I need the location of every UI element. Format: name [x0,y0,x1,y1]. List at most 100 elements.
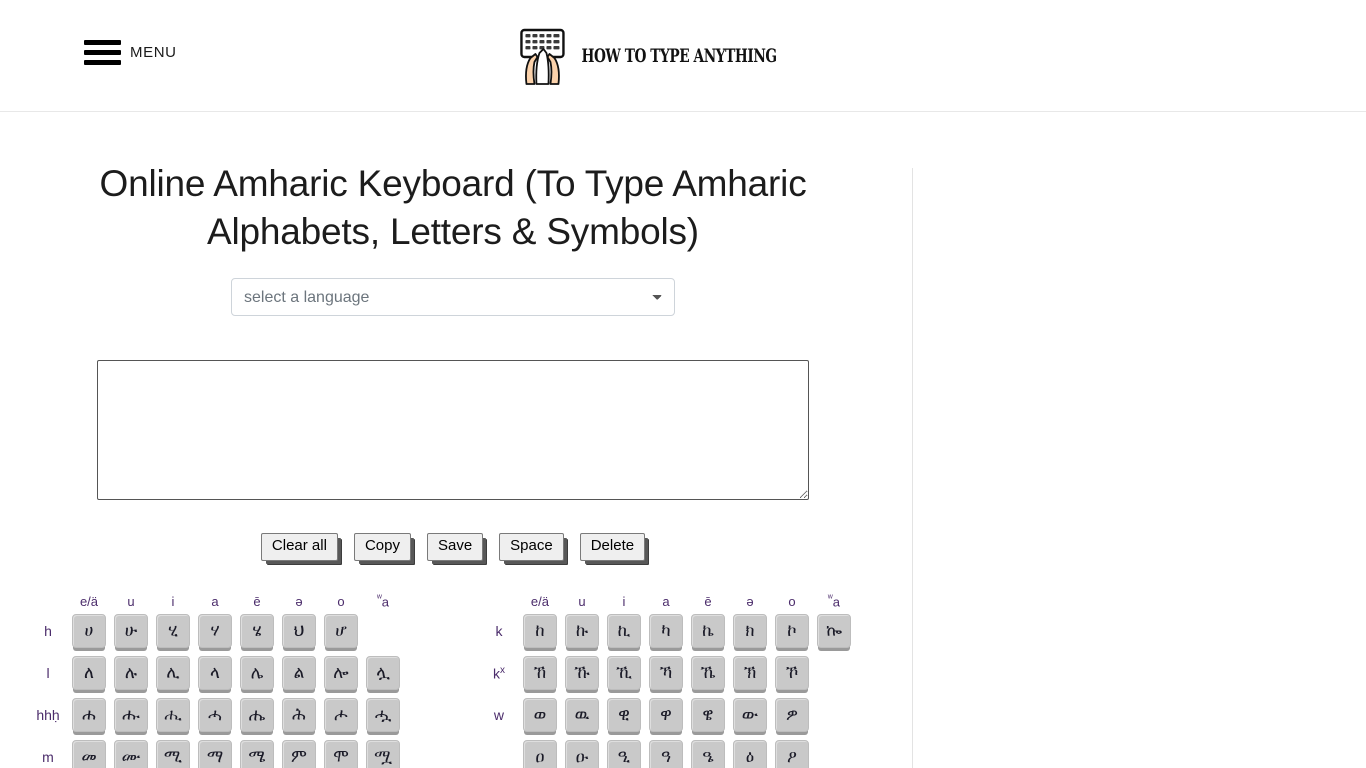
keyboard-key[interactable]: ሔ [240,697,274,732]
key-slot: ሎ [320,655,362,690]
keyboard-key[interactable]: ዓ [648,739,683,768]
keyboard-key[interactable]: ዊ [606,697,641,732]
language-select[interactable]: select a language [231,278,675,317]
delete-button[interactable]: Delete [579,533,646,561]
column-header: ə [746,593,754,609]
keyboard-key[interactable]: ሓ [198,697,232,732]
keyboard-key[interactable]: ሁ [114,613,148,648]
keyboard-key[interactable]: ኼ [690,655,725,690]
keyboard-key[interactable]: ኻ [648,655,683,690]
keyboard-key[interactable]: ህ [282,613,316,648]
keyboard-key[interactable]: ወ [522,697,557,732]
keyboard-key[interactable]: ሎ [324,655,358,690]
keyboard-key[interactable]: ሊ [156,655,190,690]
keyboard-key[interactable]: ሖ [324,697,358,732]
key-slot: ሞ [320,739,362,768]
key-slot [813,698,855,732]
row-label: kx [492,664,505,682]
keyboard-key[interactable]: ኽ [732,655,767,690]
keyboard-key[interactable]: ለ [72,655,106,690]
keyboard-key[interactable]: ሄ [240,613,274,648]
keyboard-key[interactable]: ሆ [324,613,358,648]
keyboard-key[interactable]: ዉ [564,697,599,732]
key-slot: ለ [68,655,110,690]
keyboard-key[interactable]: ኸ [522,655,557,690]
keyboard-key[interactable]: ኩ [564,613,599,648]
keyboard-key[interactable]: ሕ [282,697,316,732]
keyboard-key[interactable]: ሚ [156,739,190,768]
menu-toggle-button[interactable]: MENU [84,40,177,65]
keyboard-key[interactable]: ም [282,739,316,768]
keyboard-key[interactable]: ማ [198,739,232,768]
keyboard-key[interactable]: ሉ [114,655,148,690]
keyboard-key[interactable]: ዋ [648,697,683,732]
keyboard-row: wወዉዊዋዌውዎ [479,694,890,736]
keyboard-key[interactable]: ኹ [564,655,599,690]
keyboard-key[interactable]: ሟ [366,739,400,768]
keyboard-key[interactable]: ል [282,655,316,690]
keyboard-key[interactable]: ሃ [198,613,232,648]
key-slot: ሄ [236,613,278,648]
key-slot: ኮ [771,613,813,648]
keyboard-key[interactable]: ዎ [774,697,809,732]
keyboard-key[interactable]: ኰ [816,613,851,648]
keyboard-key[interactable]: ኬ [690,613,725,648]
keyboard-key[interactable]: ካ [648,613,683,648]
keyboard-key[interactable]: ዑ [564,739,599,768]
keyboard-key[interactable]: ዖ [774,739,809,768]
clear-all-button[interactable]: Clear all [260,533,338,561]
key-slot: ሌ [236,655,278,690]
keyboard-key[interactable]: ሂ [156,613,190,648]
site-logo[interactable]: HOW TO TYPE ANYTHING [513,27,852,85]
key-slot: ማ [194,739,236,768]
keyboard-key[interactable]: ኾ [774,655,809,690]
keyboard-key[interactable]: ው [732,697,767,732]
keyboard-key[interactable]: ዌ [690,697,725,732]
key-slot: ኬ [687,613,729,648]
keyboard-key[interactable]: ሏ [366,655,400,690]
keyboard-key[interactable]: ዔ [690,739,725,768]
keyboard-key[interactable]: ሞ [324,739,358,768]
column-header: u [578,593,586,609]
key-slot: ኾ [771,655,813,690]
keyboard-key[interactable]: ክ [732,613,767,648]
column-header: e/ä [530,593,549,609]
action-button-row: Clear all Copy Save Space Delete [16,533,890,561]
key-slot: ሃ [194,613,236,648]
keyboard-key[interactable]: መ [72,739,106,768]
save-button[interactable]: Save [426,533,484,561]
keyboard-key[interactable]: ሐ [72,697,106,732]
keyboard-key[interactable]: ዕ [732,739,767,768]
site-header: MENU HOW TO TYPE ANYTHING [0,0,1366,112]
copy-button[interactable]: Copy [353,533,411,561]
text-editor-input[interactable] [97,360,809,501]
key-slot: ሚ [152,739,194,768]
keyboard-key[interactable]: ሗ [366,697,400,732]
keyboard-key[interactable]: ዒ [606,739,641,768]
keyboard-key[interactable]: ሑ [114,697,148,732]
key-slot: ሐ [68,697,110,732]
key-slot: ዕ [729,739,771,768]
space-button[interactable]: Space [499,533,564,561]
column-header: i [171,593,175,609]
keyboard-key[interactable]: ላ [198,655,232,690]
row-label: l [46,664,50,681]
keyboard-key[interactable]: ኮ [774,613,809,648]
keyboard-key[interactable]: ከ [522,613,557,648]
keyboard-column-headers: e/ä u i a ē ə o ʷa [479,587,890,609]
keyboard-key[interactable]: ኺ [606,655,641,690]
keyboard-key[interactable]: ሙ [114,739,148,768]
keyboard-key[interactable]: ዐ [522,739,557,768]
column-header: ē [253,593,261,609]
key-slot: ኪ [603,613,645,648]
keyboard-key[interactable]: ሒ [156,697,190,732]
row-label: m [42,748,54,765]
keyboard-key[interactable]: ሜ [240,739,274,768]
keyboard-key[interactable]: ሀ [72,613,106,648]
menu-label: MENU [130,44,177,61]
keyboard-key[interactable]: ሌ [240,655,274,690]
key-slot: ዔ [687,739,729,768]
key-slot: ላ [194,655,236,690]
row-label: hhḥ [36,706,60,723]
keyboard-key[interactable]: ኪ [606,613,641,648]
